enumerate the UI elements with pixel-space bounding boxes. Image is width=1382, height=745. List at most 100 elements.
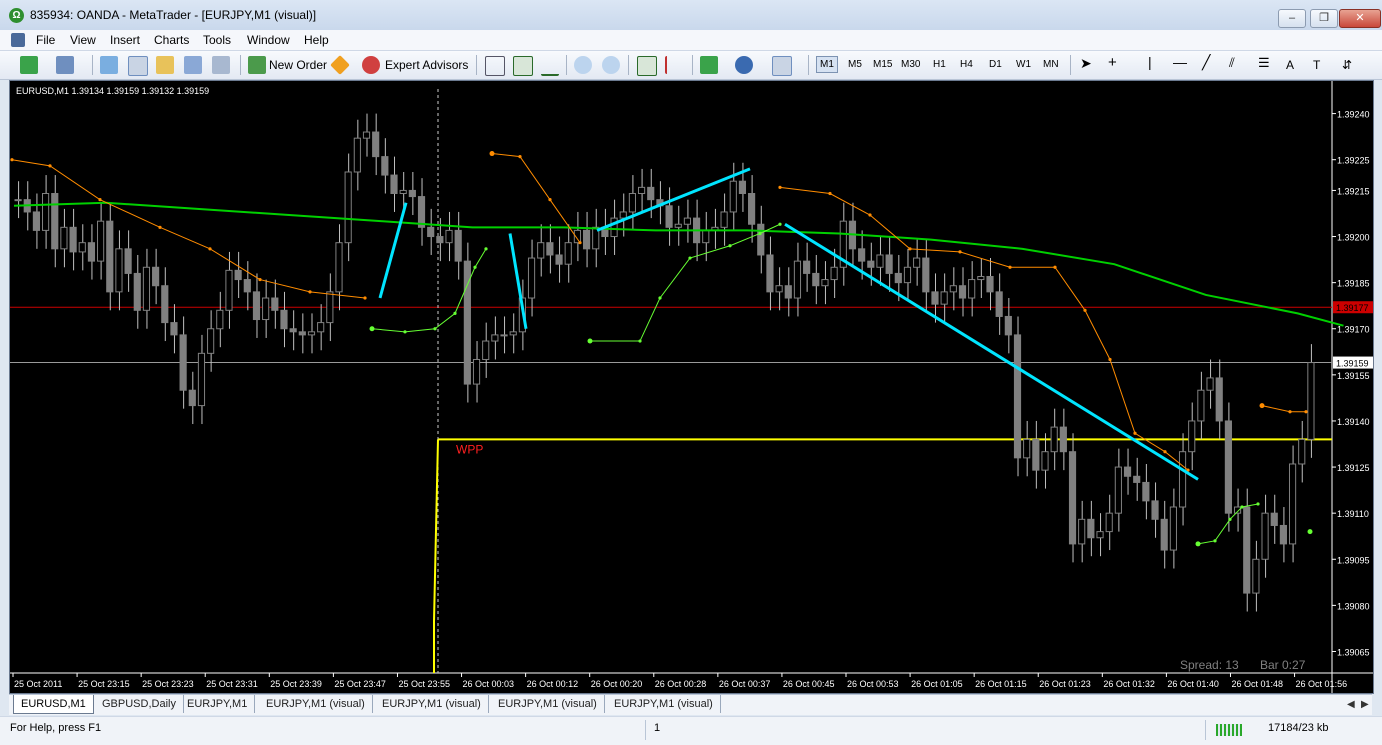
candle-body bbox=[757, 223, 765, 256]
candle-body bbox=[1142, 481, 1150, 502]
candle-body bbox=[1087, 518, 1095, 539]
strategy-tester-icon[interactable] bbox=[212, 56, 230, 74]
tab-eurjpy-m1-visual-2[interactable]: EURJPY,M1 (visual) bbox=[375, 695, 489, 713]
candle-body bbox=[197, 352, 206, 407]
trendline-icon[interactable]: ╱ bbox=[1202, 54, 1210, 71]
candle-body bbox=[298, 331, 306, 336]
expert-advisors-icon[interactable] bbox=[362, 56, 380, 74]
candle-body bbox=[913, 257, 921, 268]
tab-eurusd-m1[interactable]: EURUSD,M1 bbox=[13, 695, 94, 714]
timeframe-m15[interactable]: M15 bbox=[873, 59, 892, 70]
menu-insert[interactable]: Insert bbox=[110, 33, 140, 47]
line-chart-icon[interactable] bbox=[541, 56, 559, 76]
menu-view[interactable]: View bbox=[70, 33, 96, 47]
tab-scroll-left-icon[interactable]: ◀ bbox=[1347, 699, 1355, 710]
y-tick-label: 1.39155 bbox=[1337, 371, 1370, 381]
auto-scroll-icon[interactable] bbox=[637, 56, 657, 76]
navigator-icon[interactable] bbox=[128, 56, 148, 76]
timeframe-w1[interactable]: W1 bbox=[1016, 59, 1031, 70]
candle-body bbox=[1004, 315, 1012, 336]
candle-body bbox=[793, 260, 802, 299]
terminal-icon[interactable] bbox=[184, 56, 202, 74]
zoom-out-icon[interactable] bbox=[602, 56, 620, 74]
timeframe-m1[interactable]: M1 bbox=[816, 56, 838, 73]
candle-body bbox=[1215, 377, 1223, 422]
candlestick-icon[interactable] bbox=[513, 56, 533, 76]
tab-eurjpy-m1[interactable]: EURJPY,M1 bbox=[180, 695, 256, 713]
warning-icon[interactable] bbox=[330, 55, 350, 75]
market-watch-icon[interactable] bbox=[100, 56, 118, 74]
price-chart[interactable]: 1.39240 1.39225 1.39215 1.39200 1.39185 1.391… bbox=[10, 81, 1373, 693]
tab-eurjpy-m1-visual-4[interactable]: EURJPY,M1 (visual) bbox=[607, 695, 721, 713]
x-tick-label: 25 Oct 2011 bbox=[14, 679, 62, 689]
text-label-icon[interactable]: A bbox=[1286, 58, 1294, 72]
menu-file[interactable]: File bbox=[36, 33, 55, 47]
menu-tools[interactable]: Tools bbox=[203, 33, 231, 47]
tab-eurjpy-m1-visual-3[interactable]: EURJPY,M1 (visual) bbox=[491, 695, 605, 713]
timeframe-h4[interactable]: H4 bbox=[960, 59, 973, 70]
connection-status-icon[interactable] bbox=[1216, 724, 1242, 736]
psar-green-last-dot bbox=[1307, 529, 1313, 535]
timeframe-h1[interactable]: H1 bbox=[933, 59, 946, 70]
y-tick-label: 1.39225 bbox=[1337, 156, 1370, 166]
new-order-button[interactable]: New Order bbox=[269, 58, 327, 72]
menu-charts[interactable]: Charts bbox=[154, 33, 189, 47]
profiles-icon[interactable] bbox=[56, 56, 74, 74]
new-chart-icon[interactable] bbox=[20, 56, 38, 74]
menu-help[interactable]: Help bbox=[304, 33, 329, 47]
candle-body bbox=[1261, 512, 1269, 560]
tab-eurjpy-m1-visual-1[interactable]: EURJPY,M1 (visual) bbox=[259, 695, 373, 713]
candle-body bbox=[1307, 362, 1315, 440]
psar-orange-1-dot bbox=[308, 290, 312, 294]
timeframe-m30[interactable]: M30 bbox=[901, 59, 920, 70]
expert-advisors-button[interactable]: Expert Advisors bbox=[385, 58, 468, 72]
indicators-icon[interactable] bbox=[700, 56, 718, 74]
timeframe-m5[interactable]: M5 bbox=[848, 59, 862, 70]
minimize-button[interactable]: – bbox=[1278, 9, 1306, 28]
tab-scroll-right-icon[interactable]: ▶ bbox=[1361, 699, 1369, 710]
candle-body bbox=[1298, 438, 1306, 465]
horizontal-line-icon[interactable]: — bbox=[1173, 54, 1187, 70]
fibonacci-icon[interactable]: ☰ bbox=[1258, 55, 1270, 71]
chart-window[interactable]: 1.39240 1.39225 1.39215 1.39200 1.39185 1.391… bbox=[9, 80, 1374, 694]
candle-body bbox=[619, 211, 627, 219]
candle-body bbox=[32, 211, 41, 231]
candle-body bbox=[748, 193, 756, 225]
psar-orange-3-dot bbox=[1053, 265, 1057, 269]
chart-doc-icon[interactable] bbox=[11, 33, 25, 47]
restore-button[interactable]: ❐ bbox=[1310, 9, 1338, 28]
y-tick-label: 1.39140 bbox=[1337, 417, 1370, 427]
cursor-icon[interactable]: ➤ bbox=[1080, 55, 1092, 72]
candle-body bbox=[1114, 466, 1122, 514]
bar-chart-icon[interactable] bbox=[485, 56, 505, 76]
close-button[interactable]: ✕ bbox=[1339, 9, 1381, 28]
psar-green-2-dot bbox=[638, 339, 642, 343]
arrows-icon[interactable]: ⇵ bbox=[1342, 58, 1352, 72]
vertical-line-icon[interactable]: | bbox=[1148, 54, 1152, 70]
text-tool-icon[interactable]: T bbox=[1313, 58, 1320, 72]
candle-body bbox=[1133, 475, 1141, 483]
templates-icon[interactable] bbox=[772, 56, 792, 76]
candle-body bbox=[436, 236, 444, 244]
y-tick-label: 1.39065 bbox=[1337, 647, 1370, 657]
equidistant-channel-icon[interactable]: ⫽ bbox=[1229, 55, 1235, 71]
chart-shift-icon[interactable] bbox=[665, 56, 685, 74]
x-tick-label: 25 Oct 23:31 bbox=[206, 679, 258, 689]
candle-body bbox=[106, 220, 114, 293]
timeframe-mn[interactable]: MN bbox=[1043, 59, 1059, 70]
candle-body bbox=[307, 331, 316, 336]
spread-label: Spread: 13 bbox=[1180, 658, 1239, 672]
periods-clock-icon[interactable] bbox=[735, 56, 753, 74]
data-window-icon[interactable] bbox=[156, 56, 174, 74]
new-order-icon[interactable] bbox=[248, 56, 266, 74]
candle-body bbox=[60, 226, 68, 250]
candle-body bbox=[381, 156, 389, 176]
crosshair-icon[interactable]: + bbox=[1108, 54, 1117, 71]
tab-gbpusd-daily[interactable]: GBPUSD,Daily bbox=[95, 695, 184, 713]
candle-body bbox=[995, 291, 1003, 317]
menu-window[interactable]: Window bbox=[247, 33, 290, 47]
zoom-in-icon[interactable] bbox=[574, 56, 592, 74]
candle-body bbox=[445, 229, 453, 244]
timeframe-d1[interactable]: D1 bbox=[989, 59, 1002, 70]
candle-body bbox=[362, 131, 371, 139]
